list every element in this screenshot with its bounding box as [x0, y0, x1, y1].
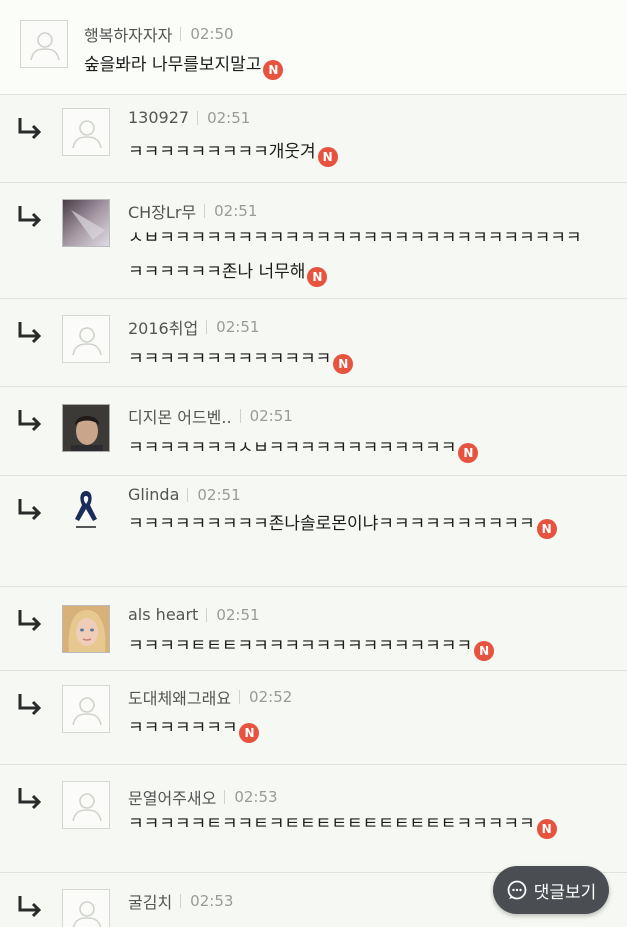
comment-time: 02:51 [197, 485, 241, 504]
reply-item: Glinda 02:51 ㅋㅋㅋㅋㅋㅋㅋㅋㅋ존나솔로몬이냐ㅋㅋㅋㅋㅋㅋㅋㅋㅋㅋ N [0, 476, 627, 587]
reply-arrow-icon [18, 410, 42, 432]
comment-author[interactable]: 행복하자자자 [84, 22, 172, 46]
reply-arrow-icon [18, 206, 42, 228]
avatar[interactable] [62, 108, 110, 156]
new-badge-icon: N [536, 519, 557, 539]
comment-text: ㅋㅋㅋㅋㅋㅋㅋㅋㅋ개웃겨 N [128, 135, 598, 169]
new-badge-icon: N [458, 443, 479, 463]
new-badge-icon: N [474, 641, 495, 661]
meta-divider [239, 409, 241, 423]
comment-text: ㅅㅂㅋㅋㅋㅋㅋㅋㅋㅋㅋㅋㅋㅋㅋㅋㅋㅋㅋㅋㅋㅋㅋㅋㅋㅋㅋㅋㅋㅋㅋㅋㅋㅋㅋ존나 너무… [128, 221, 596, 289]
avatar[interactable] [62, 605, 110, 653]
comment-text: ㅋㅋㅋㅋㅋㅋㅋㅋㅋ존나솔로몬이냐ㅋㅋㅋㅋㅋㅋㅋㅋㅋㅋ N [128, 507, 598, 541]
default-avatar-icon [72, 327, 102, 356]
comment-author[interactable]: 문열어주새오 [128, 785, 216, 809]
view-comments-button[interactable]: 댓글보기 [493, 866, 609, 914]
meta-divider [239, 690, 241, 704]
meta-divider [206, 607, 208, 622]
reply-arrow-icon [18, 499, 42, 521]
comment-body: ㅋㅋㅋㅋㅋㅋㅋㅋㅋ존나솔로몬이냐ㅋㅋㅋㅋㅋㅋㅋㅋㅋㅋ [128, 514, 535, 534]
reply-item: als heart 02:51 ㅋㅋㅋㅋㅌㅌㅌㅋㅋㅋㅋㅋㅋㅋㅋㅋㅋㅋㅋㅋㅋㅋ N [0, 587, 627, 671]
comment-body: ㅋㅋㅋㅋㅋㅋㅋ [128, 718, 238, 738]
comment-body: ㅋㅋㅋㅋㅋㅋㅋㅋㅋ개웃겨 [128, 142, 316, 162]
comment-text: ㅋㅋㅋㅋㅋㅋㅋ N [128, 711, 598, 745]
reply-item: 2016취업 02:51 ㅋㅋㅋㅋㅋㅋㅋㅋㅋㅋㅋㅋㅋ N [0, 299, 627, 387]
reply-arrow-icon [18, 896, 42, 918]
meta-divider [197, 110, 199, 125]
reply-item: 도대체왜그래요 02:52 ㅋㅋㅋㅋㅋㅋㅋ N [0, 671, 627, 765]
view-comments-label: 댓글보기 [533, 882, 597, 903]
reply-item: 디지몬 어드벤.. 02:51 ㅋㅋㅋㅋㅋㅋㅋㅅㅂㅋㅋㅋㅋㅋㅋㅋㅋㅋㅋㅋㅋ N [0, 387, 627, 476]
photo-avatar-icon [63, 200, 109, 246]
ribbon-icon [75, 491, 97, 528]
reply-item: CH장Lr무 02:51 ㅅㅂㅋㅋㅋㅋㅋㅋㅋㅋㅋㅋㅋㅋㅋㅋㅋㅋㅋㅋㅋㅋㅋㅋㅋㅋㅋ… [0, 183, 627, 299]
comment-time: 02:51 [207, 108, 251, 127]
new-badge-icon: N [263, 60, 284, 80]
meta-divider [180, 27, 182, 41]
avatar[interactable] [62, 685, 110, 733]
avatar[interactable] [62, 404, 110, 452]
reply-arrow-icon [18, 118, 42, 140]
default-avatar-icon [72, 697, 102, 726]
comment-body: ㅅㅂㅋㅋㅋㅋㅋㅋㅋㅋㅋㅋㅋㅋㅋㅋㅋㅋㅋㅋㅋㅋㅋㅋㅋㅋㅋㅋㅋㅋㅋㅋㅋㅋㅋ존나 너무… [128, 228, 582, 282]
comment-body: ㅋㅋㅋㅋㅋㅋㅋㅅㅂㅋㅋㅋㅋㅋㅋㅋㅋㅋㅋㅋㅋ [128, 438, 457, 458]
default-avatar-icon [72, 901, 102, 927]
comment-text: 숲을봐라 나무를보지말고 N [84, 48, 604, 82]
photo-avatar-icon [63, 606, 109, 652]
comment-author[interactable]: CH장Lr무 [128, 199, 196, 223]
new-badge-icon: N [307, 267, 328, 287]
reply-arrow-icon [18, 788, 42, 810]
new-badge-icon: N [317, 147, 338, 167]
comment-time: 02:52 [249, 688, 293, 706]
comment-list: 행복하자자자 02:50 숲을봐라 나무를보지말고 N 130927 02:51 … [0, 0, 627, 927]
comment-item: 행복하자자자 02:50 숲을봐라 나무를보지말고 N [0, 0, 627, 95]
meta-divider [187, 487, 189, 502]
avatar[interactable] [62, 889, 110, 927]
comment-time: 02:51 [249, 407, 293, 425]
comment-text: ㅋㅋㅋㅋㅋㅌㅋㅋㅌㅋㅌㅌㅌㅌㅌㅌㅌㅌㅌㅌㅌㅋㅋㅋㅋㅋ N [128, 807, 588, 841]
comment-body: ㅋㅋㅋㅋㅌㅌㅌㅋㅋㅋㅋㅋㅋㅋㅋㅋㅋㅋㅋㅋㅋㅋ [128, 636, 473, 656]
comment-author[interactable]: 도대체왜그래요 [128, 685, 231, 709]
new-badge-icon: N [333, 354, 354, 374]
comment-body: 숲을봐라 나무를보지말고 [84, 55, 262, 75]
meta-divider [204, 204, 206, 218]
comment-time: 02:53 [234, 788, 278, 806]
comment-author[interactable]: 디지몬 어드벤.. [128, 404, 232, 428]
reply-arrow-icon [18, 322, 42, 344]
avatar[interactable] [62, 485, 110, 533]
comment-text: ㅋㅋㅋㅋㅋㅋㅋㅅㅂㅋㅋㅋㅋㅋㅋㅋㅋㅋㅋㅋㅋ N [128, 431, 598, 465]
meta-divider [180, 894, 182, 908]
new-badge-icon: N [536, 819, 557, 839]
default-avatar-icon [72, 120, 102, 149]
default-avatar-icon [72, 793, 102, 822]
new-badge-icon: N [239, 723, 260, 743]
avatar[interactable] [62, 315, 110, 363]
avatar[interactable] [62, 199, 110, 247]
reply-arrow-icon [18, 610, 42, 632]
comment-author[interactable]: Glinda [128, 485, 179, 504]
reply-item: 문열어주새오 02:53 ㅋㅋㅋㅋㅋㅌㅋㅋㅌㅋㅌㅌㅌㅌㅌㅌㅌㅌㅌㅌㅌㅋㅋㅋㅋㅋ N [0, 765, 627, 873]
reply-item: 130927 02:51 ㅋㅋㅋㅋㅋㅋㅋㅋㅋ개웃겨 N [0, 95, 627, 183]
chat-bubble-icon [507, 880, 527, 900]
comment-author[interactable]: 130927 [128, 108, 189, 127]
meta-divider [206, 320, 208, 334]
comment-text: ㅋㅋㅋㅋㅌㅌㅌㅋㅋㅋㅋㅋㅋㅋㅋㅋㅋㅋㅋㅋㅋㅋ N [128, 629, 598, 663]
reply-arrow-icon [18, 694, 42, 716]
comment-body: ㅋㅋㅋㅋㅋㅌㅋㅋㅌㅋㅌㅌㅌㅌㅌㅌㅌㅌㅌㅌㅌㅋㅋㅋㅋㅋ [128, 814, 535, 834]
comment-author[interactable]: als heart [128, 605, 198, 624]
comment-author[interactable]: 2016취업 [128, 315, 198, 339]
comment-time: 02:51 [216, 318, 260, 336]
default-avatar-icon [30, 32, 60, 61]
photo-avatar-icon [63, 405, 109, 451]
comment-time: 02:51 [214, 202, 258, 220]
comment-body: ㅋㅋㅋㅋㅋㅋㅋㅋㅋㅋㅋㅋㅋ [128, 349, 332, 369]
comment-time: 02:51 [216, 605, 260, 624]
avatar[interactable] [20, 20, 68, 68]
avatar[interactable] [62, 781, 110, 829]
comment-time: 02:50 [190, 25, 234, 43]
comment-author[interactable]: 굴김치 [128, 889, 172, 913]
meta-divider [224, 790, 226, 804]
comment-text: ㅋㅋㅋㅋㅋㅋㅋㅋㅋㅋㅋㅋㅋ N [128, 342, 598, 376]
comment-time: 02:53 [190, 892, 234, 910]
